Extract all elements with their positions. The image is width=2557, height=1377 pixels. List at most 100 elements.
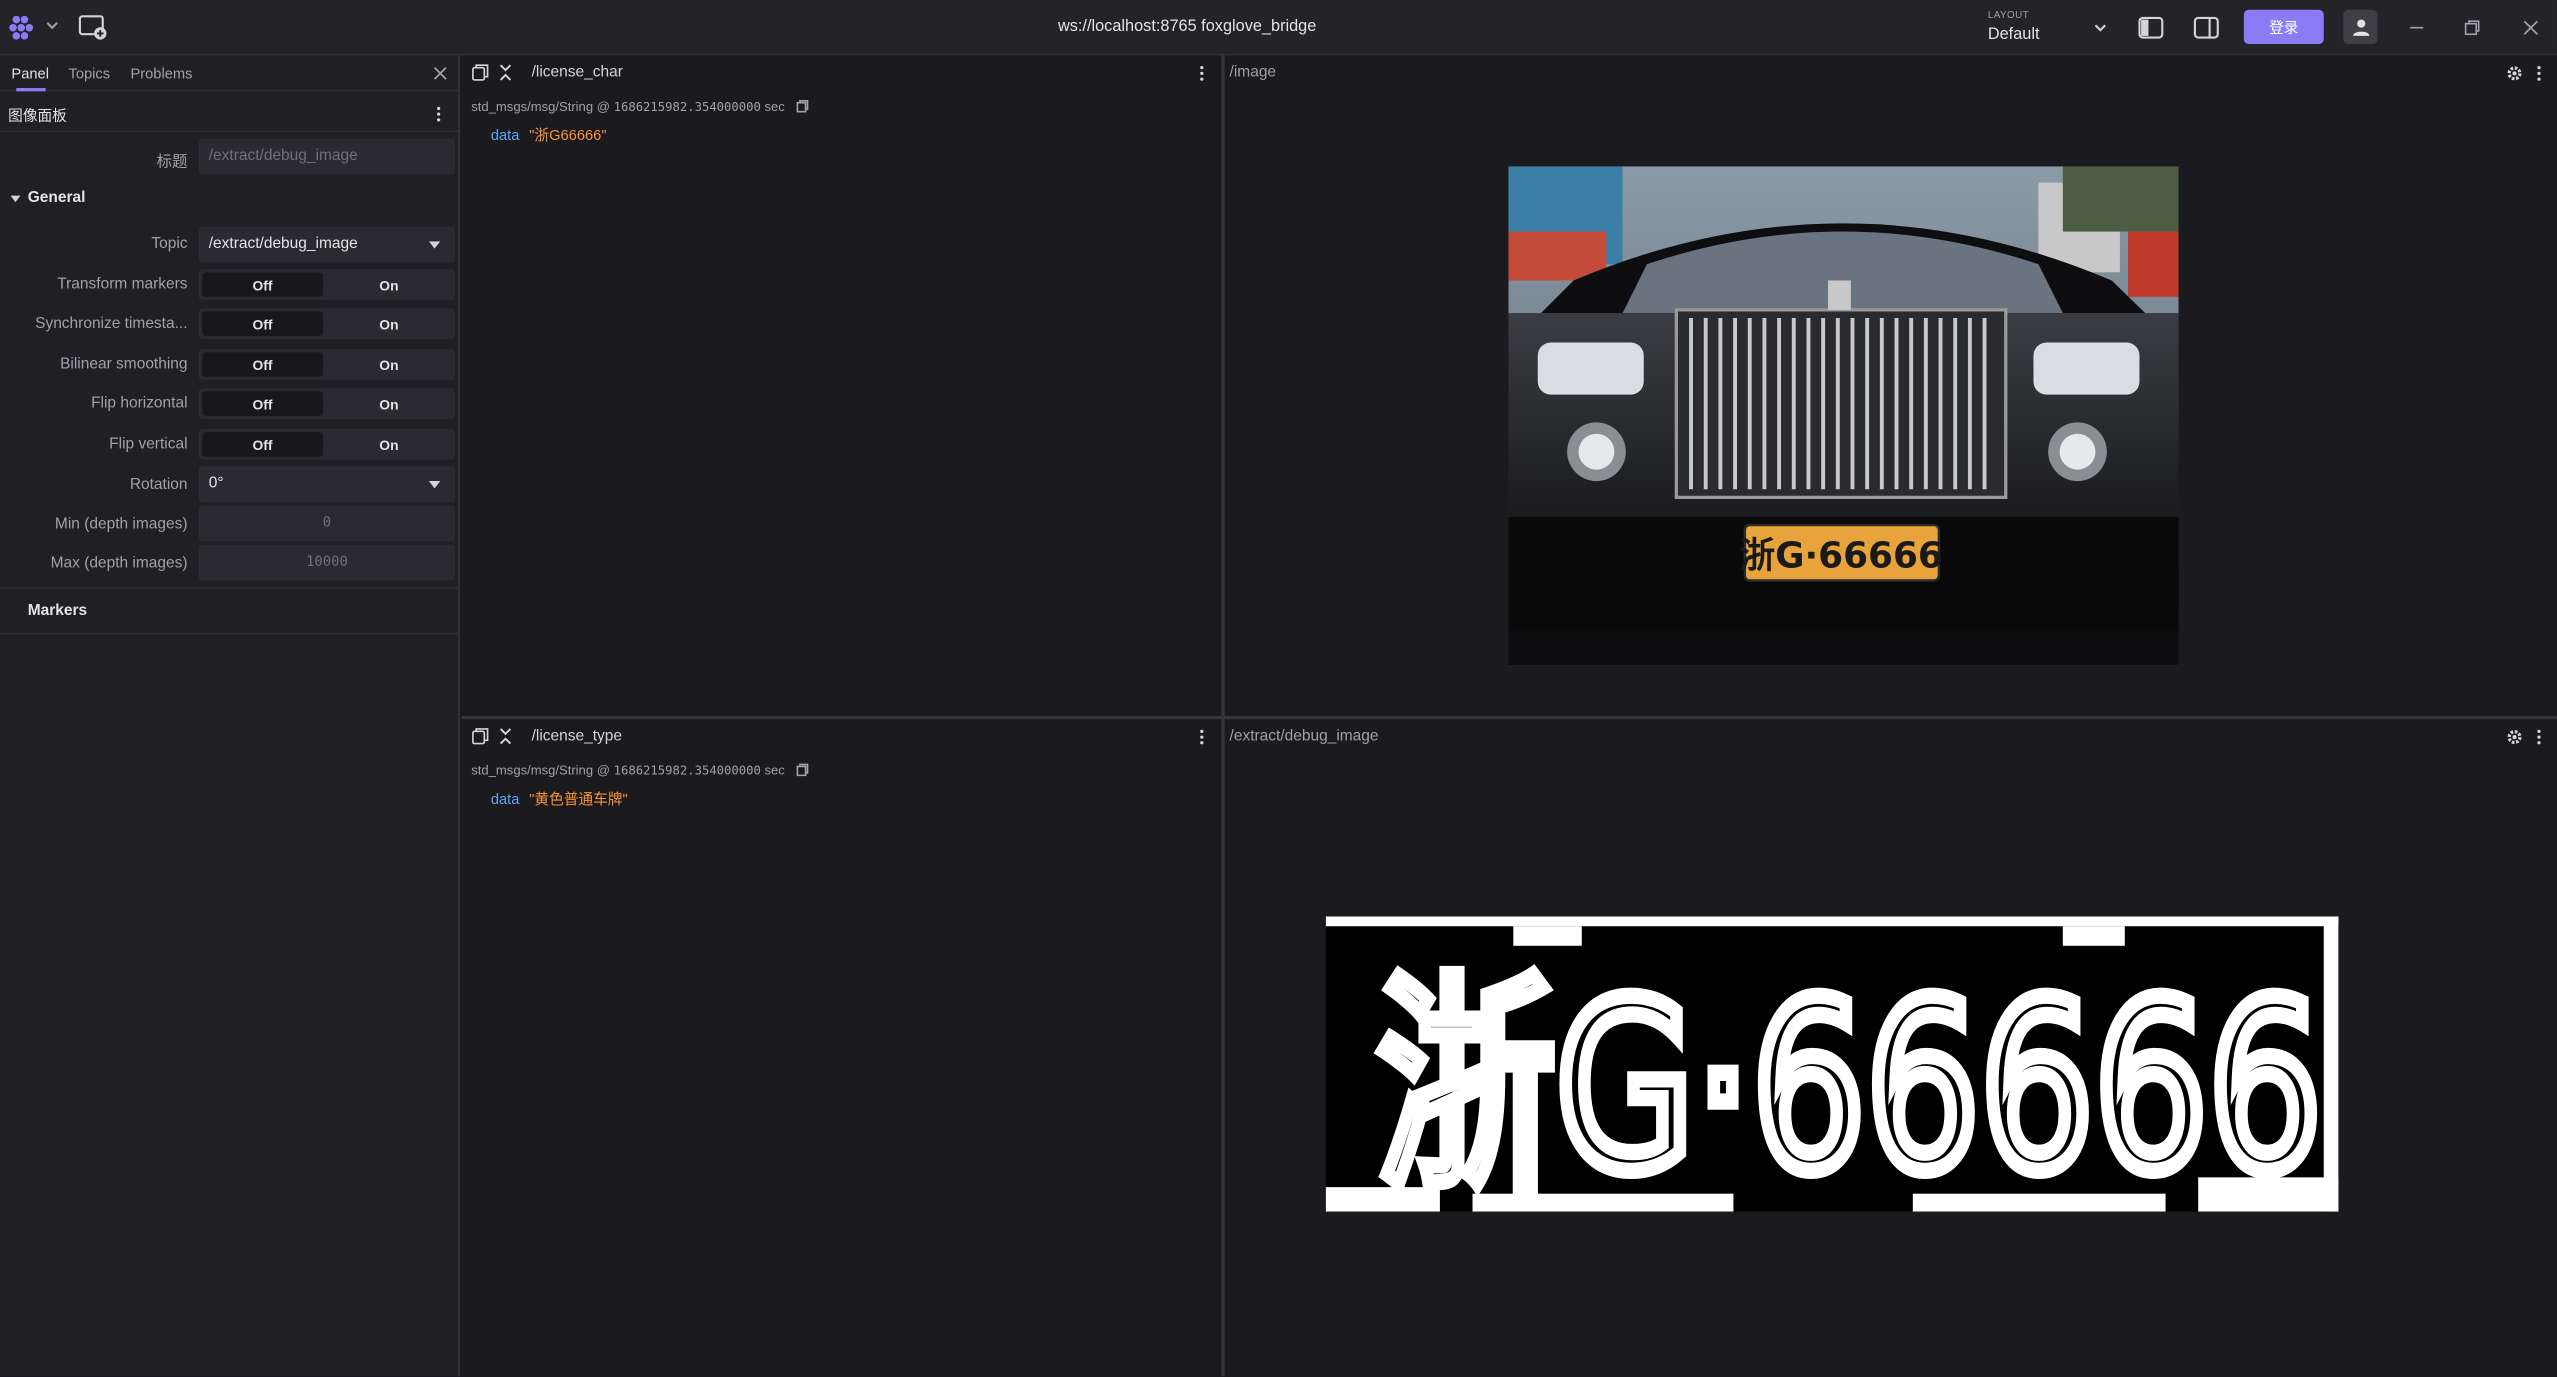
flip-vertical-label: Flip vertical (109, 435, 188, 454)
right-sidebar-toggle-icon[interactable] (2193, 16, 2219, 39)
toggle-on-option[interactable]: On (326, 391, 452, 415)
data-value[interactable]: "黄色普通车牌" (529, 791, 627, 807)
toggle-off-option[interactable]: Off (202, 352, 323, 377)
message-data-row: data "浙G66666" (491, 124, 607, 145)
settings-gear-icon[interactable] (2506, 65, 2522, 81)
timestamp-unit: sec (764, 99, 785, 115)
data-key: data (490, 790, 520, 808)
restore-icon[interactable] (2461, 16, 2484, 39)
panel-topic-title[interactable]: /license_char (532, 64, 623, 82)
toggle-off-option[interactable]: Off (202, 311, 323, 336)
copy-icon[interactable] (795, 99, 808, 113)
flip-horizontal-toggle[interactable]: Off On (198, 388, 455, 420)
copy-panel-icon[interactable] (471, 727, 489, 745)
topic-select[interactable]: /extract/debug_image (198, 226, 455, 263)
section-divider (0, 587, 459, 589)
panel-header: /extract/debug_image (1225, 719, 2557, 755)
max-depth-label: Max (depth images) (50, 554, 188, 573)
toggle-on-option[interactable]: On (326, 311, 452, 335)
panel-header: /image (1225, 55, 2557, 91)
tab-topics[interactable]: Topics (68, 65, 110, 81)
data-key: data (490, 127, 520, 144)
max-depth-input[interactable]: 10000 (198, 544, 455, 581)
dropdown-caret-icon (428, 241, 441, 249)
flip-horizontal-label: Flip horizontal (91, 394, 188, 413)
close-sidebar-icon[interactable] (432, 65, 448, 81)
toggle-on-option[interactable]: On (326, 352, 452, 376)
active-tab-indicator (16, 88, 46, 92)
section-divider (0, 632, 459, 635)
rotation-label: Rotation (129, 476, 188, 495)
topic-label: Topic (151, 234, 188, 253)
toggle-off-option[interactable]: Off (202, 432, 323, 457)
markers-section-heading[interactable]: Markers (28, 602, 87, 620)
toggle-off-option[interactable]: Off (202, 391, 323, 416)
min-depth-input[interactable]: 0 (198, 505, 455, 542)
message-timestamp: 1686215982.354000000 (613, 763, 761, 778)
toggle-on-option[interactable]: On (326, 272, 452, 296)
timestamp-unit: sec (764, 763, 785, 778)
data-value[interactable]: "浙G66666" (529, 127, 606, 143)
flip-vertical-toggle[interactable]: Off On (198, 428, 455, 460)
toggle-on-option[interactable]: On (326, 432, 452, 456)
panel-topic-title[interactable]: /extract/debug_image (1230, 727, 1379, 745)
more-options-icon[interactable] (435, 106, 442, 122)
debug-plate-text: 浙G·66666 (1376, 953, 2322, 1212)
message-type: std_msgs/msg/String @ (471, 763, 610, 778)
panel-topic-title[interactable]: /license_type (532, 727, 622, 745)
login-button[interactable]: 登录 (2243, 9, 2324, 45)
more-options-icon[interactable] (1199, 729, 1206, 745)
debug-image-panel: /extract/debug_image 浙G·66666 (1224, 719, 2557, 1377)
panel-topic-title[interactable]: /image (1230, 64, 1277, 82)
message-meta: std_msgs/msg/String @ 1686215982.3540000… (471, 99, 808, 114)
license-char-panel: /license_char std_msgs/msg/String @ 1686… (461, 55, 1222, 716)
panel-header: /license_type (461, 719, 1221, 755)
close-window-icon[interactable] (2519, 16, 2542, 39)
copy-panel-icon[interactable] (471, 64, 489, 82)
tab-panel[interactable]: Panel (11, 65, 49, 81)
message-data-row: data "黄色普通车牌" (491, 788, 628, 809)
copy-icon[interactable] (795, 763, 808, 777)
horizontal-splitter[interactable] (461, 715, 2557, 720)
synchronize-timestamps-label: Synchronize timesta... (35, 314, 188, 333)
message-type: std_msgs/msg/String @ (471, 99, 610, 115)
panel-title-row: 图像面板 (0, 96, 459, 133)
minimize-icon[interactable] (2405, 16, 2428, 39)
rotation-select[interactable]: 0° (198, 466, 455, 503)
layout-chevron-down-icon[interactable] (2092, 20, 2108, 36)
title-field-label: 标题 (156, 153, 188, 172)
user-avatar[interactable] (2343, 9, 2378, 45)
image-panel: /image 浙G·66666 (1224, 55, 2557, 716)
general-section-heading[interactable]: General (28, 189, 86, 207)
more-options-icon[interactable] (1199, 65, 1206, 81)
message-timestamp: 1686215982.354000000 (613, 99, 761, 115)
layout-label: LAYOUT (1987, 11, 2030, 22)
min-depth-label: Min (depth images) (54, 515, 188, 534)
license-type-panel: /license_type std_msgs/msg/String @ 1686… (461, 719, 1222, 1377)
panel-header: /license_char (461, 55, 1221, 91)
transform-markers-label: Transform markers (57, 275, 188, 294)
sidebar-tabs: Panel Topics Problems (0, 55, 459, 92)
settings-gear-icon[interactable] (2506, 729, 2522, 745)
bilinear-smoothing-toggle[interactable]: Off On (198, 348, 455, 380)
collapse-icon[interactable] (499, 64, 512, 82)
license-plate-text: 浙G·66666 (1739, 535, 1943, 576)
debug-binary-image[interactable]: 浙G·66666 (1325, 916, 2339, 1212)
more-options-icon[interactable] (2536, 729, 2543, 745)
transform-markers-toggle[interactable]: Off On (198, 269, 455, 301)
section-collapse-icon[interactable] (10, 194, 21, 204)
layout-name[interactable]: Default (1988, 26, 2040, 44)
collapse-icon[interactable] (499, 727, 512, 745)
panel-title: 图像面板 (8, 107, 67, 124)
settings-sidebar: Panel Topics Problems 图像面板 标题 /extract/d… (0, 55, 460, 1377)
top-bar: ws://localhost:8765 foxglove_bridge LAYO… (0, 0, 2557, 56)
left-sidebar-toggle-icon[interactable] (2138, 16, 2164, 39)
bilinear-smoothing-label: Bilinear smoothing (60, 355, 188, 374)
more-options-icon[interactable] (2536, 65, 2543, 81)
synchronize-timestamps-toggle[interactable]: Off On (198, 308, 455, 340)
tab-problems[interactable]: Problems (130, 65, 192, 81)
rotation-value: 0° (208, 474, 224, 493)
camera-image[interactable]: 浙G·66666 (1508, 166, 2179, 666)
title-input[interactable]: /extract/debug_image (198, 138, 455, 175)
toggle-off-option[interactable]: Off (202, 272, 323, 297)
